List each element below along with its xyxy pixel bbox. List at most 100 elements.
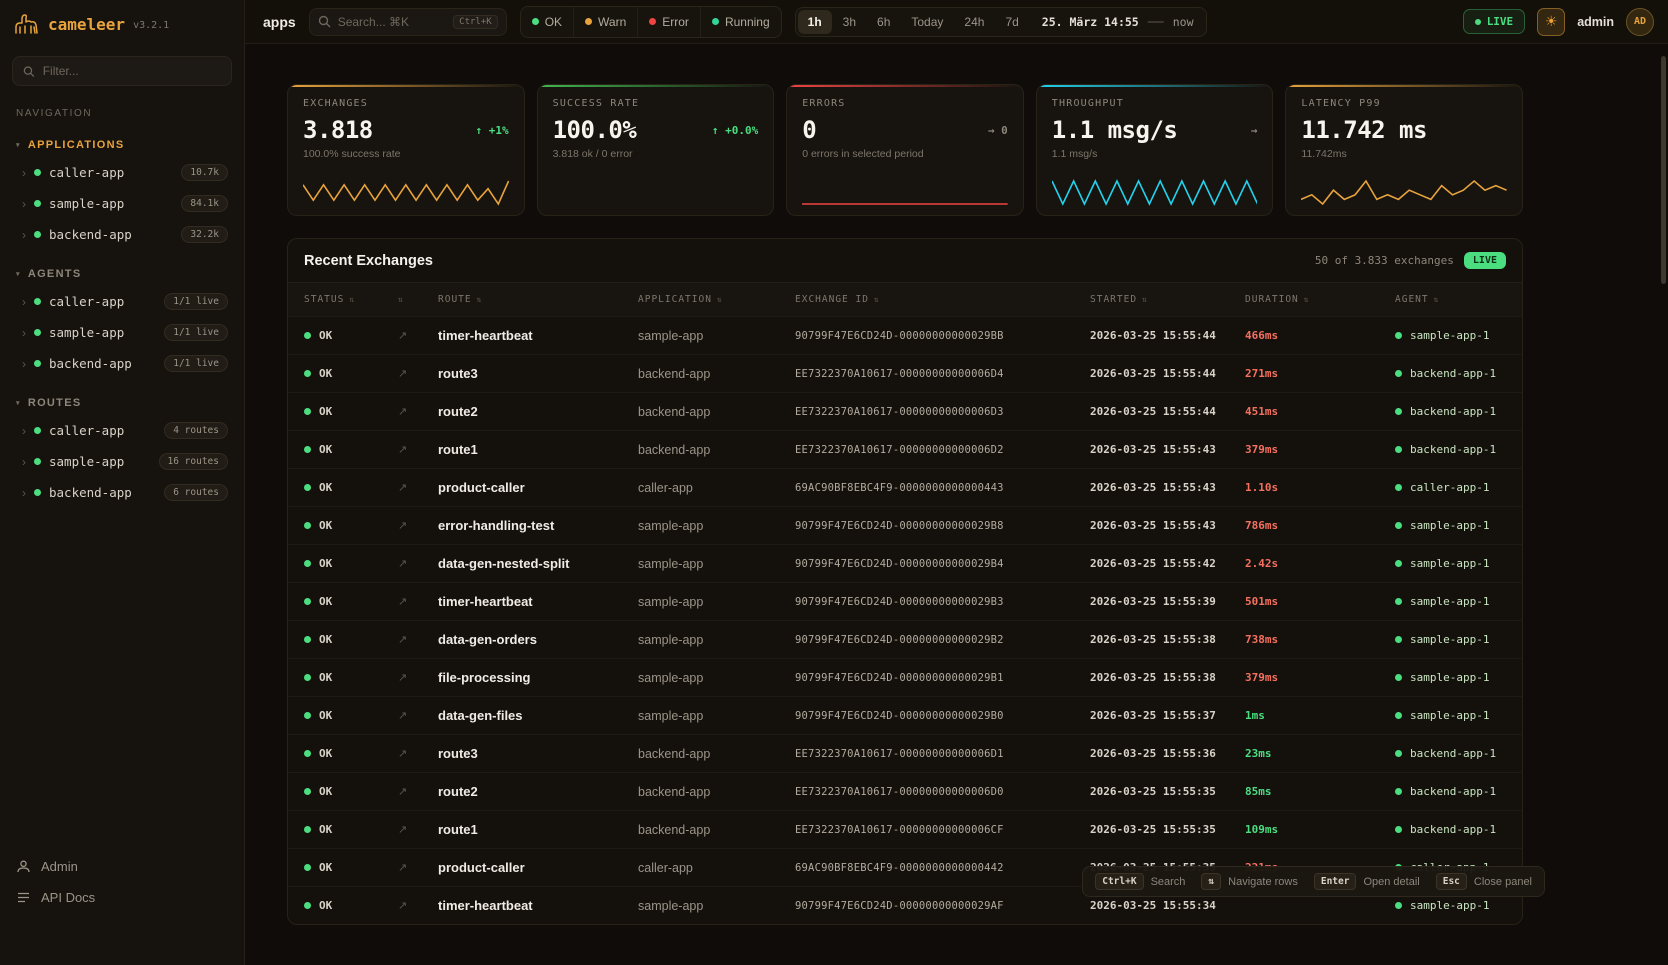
column-header-route[interactable]: ROUTE⇅ [438,294,638,305]
exchange-row[interactable]: OK↗route3backend-appEE7322370A10617-0000… [288,734,1522,772]
status-dot-icon [1395,560,1402,567]
trace-link-icon[interactable]: ↗ [398,443,438,456]
sidebar-item-routes-sample-app[interactable]: ›sample-app16 routes [8,446,236,477]
status-dot-icon [304,484,311,491]
column-label: DURATION [1245,294,1299,305]
exchange-row[interactable]: OK↗timer-heartbeatsample-app90799F47E6CD… [288,316,1522,354]
column-header-application[interactable]: APPLICATION⇅ [638,294,795,305]
trace-link-icon[interactable]: ↗ [398,823,438,836]
stat-card-success-rate: SUCCESS RATE100.0%↑ +0.0%3.818 ok / 0 er… [537,84,775,216]
trace-link-icon[interactable]: ↗ [398,519,438,532]
filter-chip-running[interactable]: Running [700,7,781,37]
exchange-row[interactable]: OK↗file-processingsample-app90799F47E6CD… [288,658,1522,696]
exchange-row[interactable]: OK↗route3backend-appEE7322370A10617-0000… [288,354,1522,392]
filter-chip-ok[interactable]: OK [521,7,573,37]
exchange-row[interactable]: OK↗data-gen-filessample-app90799F47E6CD2… [288,696,1522,734]
live-indicator[interactable]: LIVE [1463,9,1526,34]
sidebar-item-agents-sample-app[interactable]: ›sample-app1/1 live [8,317,236,348]
trace-link-icon[interactable]: ↗ [398,899,438,912]
stat-sub: 11.742ms [1301,148,1507,160]
exchange-row[interactable]: OK↗data-gen-nested-splitsample-app90799F… [288,544,1522,582]
panel-header: Recent Exchanges 50 of 3.833 exchanges L… [288,239,1522,283]
exchange-row[interactable]: OK↗timer-heartbeatsample-app90799F47E6CD… [288,582,1522,620]
avatar[interactable]: AD [1626,8,1654,36]
sidebar-item-routes-caller-app[interactable]: ›caller-app4 routes [8,415,236,446]
status-dot-icon [712,18,719,25]
sidebar-item-applications-sample-app[interactable]: ›sample-app84.1k [8,188,236,219]
trace-link-icon[interactable]: ↗ [398,405,438,418]
started-cell: 2026-03-25 15:55:35 [1090,823,1245,836]
exchange-row[interactable]: OK↗route1backend-appEE7322370A10617-0000… [288,810,1522,848]
filter-chip-error[interactable]: Error [637,7,700,37]
status-dot-icon [34,427,41,434]
status-dot-icon [304,636,311,643]
sidebar-item-agents-caller-app[interactable]: ›caller-app1/1 live [8,286,236,317]
footer-item-admin[interactable]: Admin [16,859,228,874]
exchange-row[interactable]: OK↗error-handling-testsample-app90799F47… [288,506,1522,544]
exchange-row[interactable]: OK↗route1backend-appEE7322370A10617-0000… [288,430,1522,468]
sidebar-item-agents-backend-app[interactable]: ›backend-app1/1 live [8,348,236,379]
application-cell: sample-app [638,899,795,913]
column-header-started[interactable]: STARTED⇅ [1090,294,1245,305]
duration-cell: 1ms [1245,709,1395,722]
footer-item-api-docs[interactable]: API Docs [16,890,228,905]
app-logo[interactable]: cameleer v3.2.1 [0,0,244,48]
trace-link-icon[interactable]: ↗ [398,633,438,646]
column-label: STARTED [1090,294,1137,305]
exchange-id-cell: 90799F47E6CD24D-00000000000029AF [795,900,1090,912]
time-range-7d[interactable]: 7d [995,10,1028,34]
trace-link-icon[interactable]: ↗ [398,557,438,570]
column-header-exchange-id[interactable]: EXCHANGE ID⇅ [795,294,1090,305]
exchange-row[interactable]: OK↗route2backend-appEE7322370A10617-0000… [288,392,1522,430]
panel-title: Recent Exchanges [304,253,433,269]
theme-toggle-button[interactable]: ☀ [1537,8,1565,36]
search-icon [318,15,331,28]
time-range-3h[interactable]: 3h [833,10,866,34]
filter-input[interactable] [43,64,221,78]
sidebar-item-applications-caller-app[interactable]: ›caller-app10.7k [8,157,236,188]
sidebar-item-label: backend-app [49,227,132,242]
hint-label: Close panel [1474,876,1532,888]
exchange-row[interactable]: OK↗product-callercaller-app69AC90BF8EBC4… [288,468,1522,506]
sidebar-item-routes-backend-app[interactable]: ›backend-app6 routes [8,477,236,508]
time-range-6h[interactable]: 6h [867,10,900,34]
trace-link-icon[interactable]: ↗ [398,481,438,494]
trace-link-icon[interactable]: ↗ [398,861,438,874]
exchange-row[interactable]: OK↗route2backend-appEE7322370A10617-0000… [288,772,1522,810]
now-label[interactable]: now [1167,15,1204,29]
time-range-1h[interactable]: 1h [798,10,832,34]
time-range-today[interactable]: Today [901,10,953,34]
search-input[interactable] [338,15,446,29]
kbd-chip: Enter [1314,873,1357,890]
sidebar-footer: Admin API Docs [0,849,244,965]
column-header-duration[interactable]: DURATION⇅ [1245,294,1395,305]
trace-link-icon[interactable]: ↗ [398,785,438,798]
column-header-agent[interactable]: AGENT⇅ [1395,294,1506,305]
sidebar-section-title[interactable]: ▾AGENTS [8,262,236,286]
global-search[interactable]: Ctrl+K [309,8,507,36]
trace-link-icon[interactable]: ↗ [398,747,438,760]
trace-link-icon[interactable]: ↗ [398,595,438,608]
stat-delta: ↑ +1% [475,124,508,137]
exchange-row[interactable]: OK↗data-gen-orderssample-app90799F47E6CD… [288,620,1522,658]
filter-chip-warn[interactable]: Warn [573,7,637,37]
sidebar-item-label: backend-app [49,485,132,500]
datetime-label[interactable]: 25. März 14:55 [1030,15,1145,29]
application-cell: backend-app [638,747,795,761]
trace-link-icon[interactable]: ↗ [398,671,438,684]
trace-link-icon[interactable]: ↗ [398,329,438,342]
trace-link-icon[interactable]: ↗ [398,367,438,380]
sidebar-section-title[interactable]: ▾ROUTES [8,391,236,415]
agent-label: sample-app-1 [1410,557,1489,570]
scrollbar-thumb[interactable] [1661,56,1666,284]
sidebar-item-applications-backend-app[interactable]: ›backend-app32.2k [8,219,236,250]
trace-link-icon[interactable]: ↗ [398,709,438,722]
route-cell: product-caller [438,860,638,875]
sidebar-section-title[interactable]: ▾APPLICATIONS [8,133,236,157]
column-header-trace[interactable]: ⇅ [398,295,438,304]
time-range-24h[interactable]: 24h [954,10,994,34]
duration-cell: 738ms [1245,633,1395,646]
sidebar-filter[interactable] [12,56,232,86]
column-header-status[interactable]: STATUS⇅ [304,294,398,305]
status-dot-icon [1395,598,1402,605]
